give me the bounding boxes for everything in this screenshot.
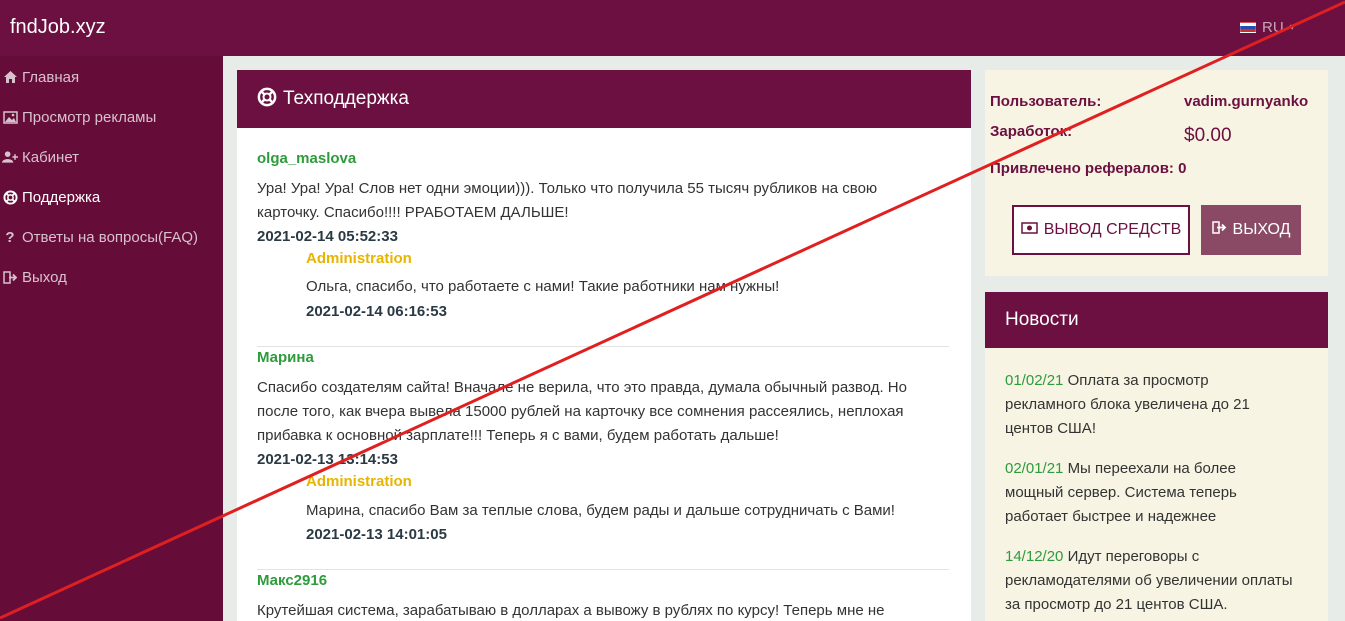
money-icon (1020, 221, 1038, 239)
post-date: 2021-02-14 05:52:33 (257, 228, 398, 245)
earnings-value: $0.00 (1184, 125, 1232, 146)
sidebar-item-ads[interactable]: Просмотр рекламы (2, 106, 156, 128)
post-text-line: прибавка к основной зарплате!!! Теперь я… (257, 427, 779, 444)
sidebar-item-label: Кабинет (22, 148, 80, 166)
post-date: 2021-02-13 13:14:53 (257, 451, 398, 468)
post-author: olga_maslova (257, 150, 357, 167)
withdraw-label: ВЫВОД СРЕДСТВ (1043, 221, 1182, 238)
sidebar-item-label: Поддержка (22, 188, 101, 206)
image-icon (2, 109, 18, 125)
sidebar-item-label: Ответы на вопросы(FAQ) (22, 228, 199, 246)
post-text-line: Крутейшая система, зарабатываю в доллара… (257, 602, 885, 619)
sidebar-item-faq[interactable]: ? Ответы на вопросы(FAQ) (2, 226, 198, 248)
support-panel-header: Техподдержка (237, 70, 971, 128)
username-value: vadim.gurnyanko (1184, 93, 1309, 110)
news-text-line: за просмотр до 21 центов США. (1005, 596, 1228, 613)
news-item: 02/01/21 Мы переехали на более мощный се… (1005, 457, 1305, 529)
post-text: Ура! Ура! Ура! Слов нет одни эмоции))). … (257, 177, 951, 225)
sidebar-item-label: Выход (22, 268, 67, 286)
post-author: Макс2916 (257, 572, 328, 589)
earnings-label: Заработок: (990, 123, 1073, 140)
news-text-line: Идут переговоры с (1067, 548, 1200, 565)
news-text-line: Оплата за просмотр (1067, 372, 1209, 389)
post-divider (257, 569, 949, 570)
sidebar-item-label: Главная (22, 68, 80, 86)
sidebar-item-cabinet[interactable]: Кабинет (2, 146, 79, 168)
news-text-line: рекламного блока увеличена до 21 (1005, 396, 1250, 413)
news-text-line: Мы переехали на более (1067, 460, 1236, 477)
post-text: Крутейшая система, зарабатываю в доллара… (257, 599, 951, 621)
top-navbar: fndJob.xyz RU ▾ (0, 0, 1345, 56)
sidebar: Главная Просмотр рекламы Кабинет Поддерж… (0, 56, 223, 621)
russia-flag-icon (1240, 22, 1256, 33)
withdraw-button[interactable]: ВЫВОД СРЕДСТВ (1012, 205, 1190, 255)
life-ring-icon (2, 189, 18, 205)
post-text-line: после того, как вчера вывела 15000 рубле… (257, 403, 904, 420)
brand-logo[interactable]: fndJob.xyz (10, 16, 106, 39)
post-text-line: Ура! Ура! Ура! Слов нет одни эмоции))). … (257, 180, 878, 197)
news-panel-header: Новости (985, 292, 1328, 348)
sign-out-icon (2, 269, 18, 285)
life-ring-icon (257, 87, 277, 112)
referrals-label: Привлечено рефералов: 0 (990, 160, 1187, 177)
chevron-down-icon: ▾ (1289, 22, 1295, 33)
logout-label: ВЫХОД (1232, 221, 1291, 238)
news-item: 01/02/21 Оплата за просмотр рекламного б… (1005, 369, 1305, 441)
news-text-line: работает быстрее и надежнее (1005, 508, 1217, 525)
news-panel: Новости 01/02/21 Оплата за просмотр рекл… (985, 292, 1328, 621)
sidebar-item-home[interactable]: Главная (2, 66, 79, 88)
post-text-line: Спасибо создателям сайта! Вначале не вер… (257, 379, 907, 396)
news-date: 01/02/21 (1005, 372, 1064, 389)
page-title: Техподдержка (283, 88, 409, 109)
home-icon (2, 69, 18, 85)
post-author: Марина (257, 349, 314, 366)
support-panel: Техподдержка olga_maslova Ура! Ура! Ура!… (237, 70, 971, 621)
post-divider (257, 346, 949, 347)
news-text-line: мощный сервер. Система теперь (1005, 484, 1237, 501)
news-date: 02/01/21 (1005, 460, 1064, 477)
news-text-line: центов США! (1005, 420, 1096, 437)
reply-author: Administration (306, 473, 412, 490)
language-label: RU (1262, 19, 1284, 36)
user-label: Пользователь: (990, 93, 1102, 110)
news-title: Новости (1005, 309, 1079, 330)
support-post: olga_maslova (257, 150, 951, 167)
post-text: Спасибо создателям сайта! Вначале не вер… (257, 376, 951, 448)
logout-button[interactable]: ВЫХОД (1201, 205, 1301, 255)
question-icon: ? (5, 228, 15, 246)
user-plus-icon (2, 149, 18, 165)
sidebar-item-logout[interactable]: Выход (2, 266, 67, 288)
news-text-line: рекламодателями об увеличении оплаты (1005, 572, 1293, 589)
sign-out-icon (1211, 221, 1227, 239)
sidebar-item-label: Просмотр рекламы (22, 108, 157, 126)
language-selector[interactable]: RU ▾ (1240, 19, 1295, 36)
reply-date: 2021-02-14 06:16:53 (306, 303, 447, 320)
reply-author: Administration (306, 250, 412, 267)
reply-text: Ольга, спасибо, что работаете с нами! Та… (306, 278, 780, 295)
news-item: 14/12/20 Идут переговоры с рекламодателя… (1005, 545, 1305, 617)
user-info-panel: Пользователь: vadim.gurnyanko Заработок:… (985, 70, 1328, 276)
post-text-line: карточку. Спасибо!!!! РРАБОТАЕМ ДАЛЬШЕ! (257, 204, 569, 221)
reply-date: 2021-02-13 14:01:05 (306, 526, 447, 543)
news-date: 14/12/20 (1005, 548, 1064, 565)
sidebar-item-support[interactable]: Поддержка (2, 186, 100, 208)
reply-text: Марина, спасибо Вам за теплые слова, буд… (306, 502, 895, 519)
